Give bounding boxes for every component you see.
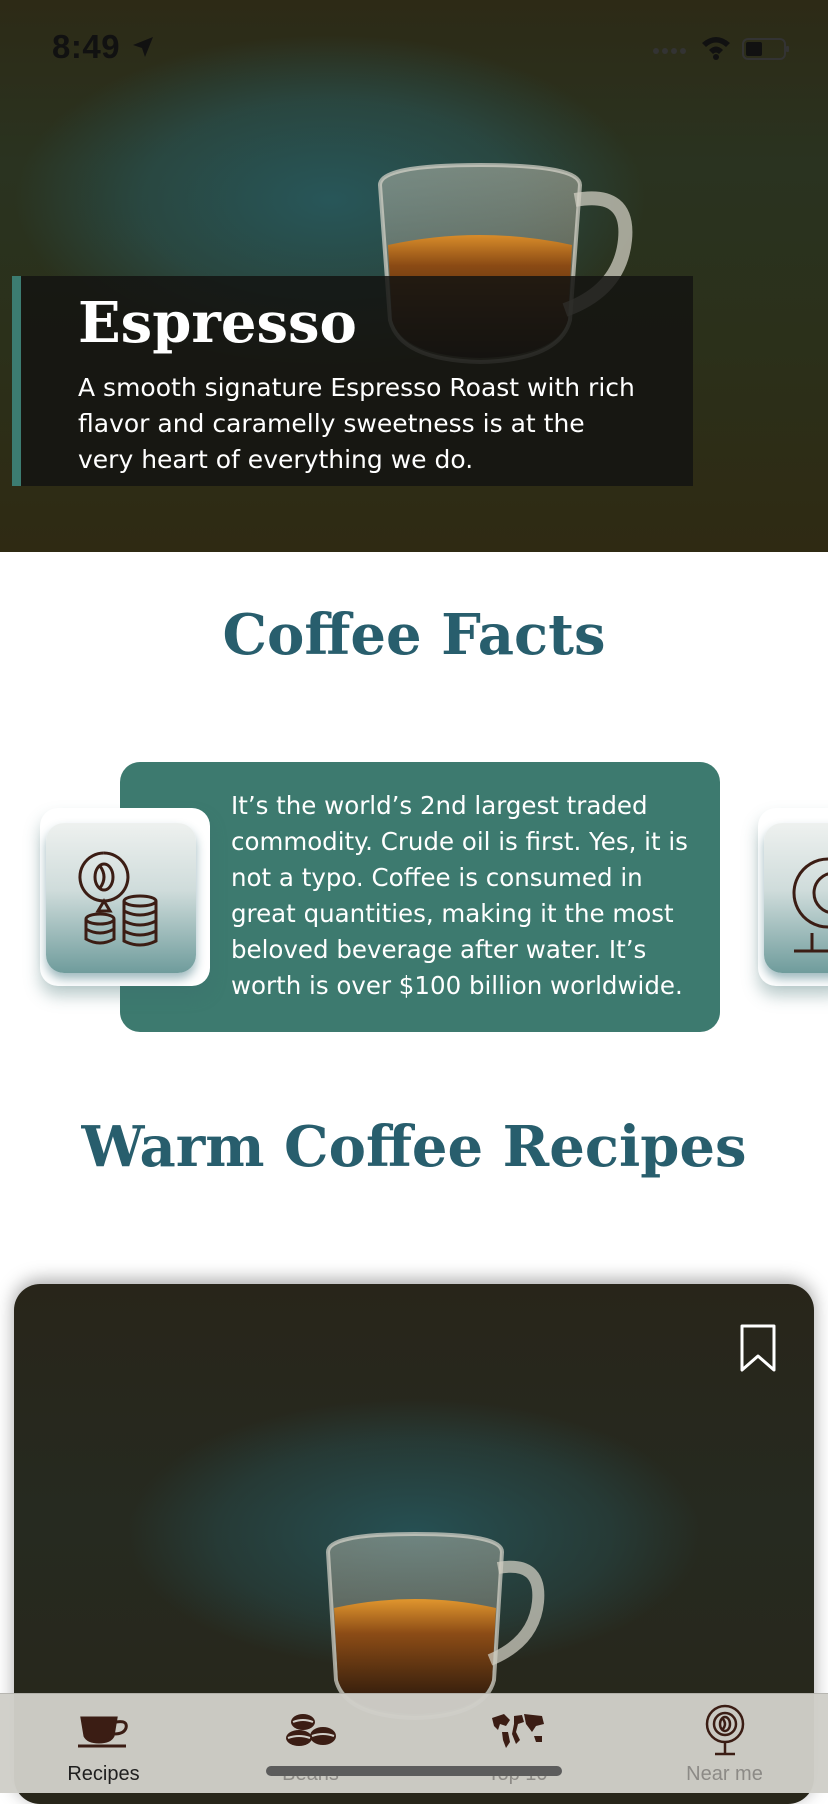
warm-recipes-title: Warm Coffee Recipes (81, 1114, 747, 1180)
next-fact-icon-tile[interactable] (764, 823, 828, 973)
fact-text: It’s the world’s 2nd largest traded comm… (231, 791, 688, 1000)
tab-top-10[interactable]: Top 10 (414, 1700, 621, 1792)
tab-label-near-me: Near me (686, 1763, 763, 1785)
cellular-signal-icon (653, 48, 686, 54)
bookmark-icon[interactable] (740, 1324, 776, 1372)
location-arrow-icon (133, 37, 153, 57)
coffee-facts-title: Coffee Facts (222, 602, 606, 668)
status-time: 8:49 (52, 28, 121, 65)
coffee-coins-icon (78, 851, 158, 947)
coffee-cup-icon (77, 1716, 128, 1748)
recipe-espresso-cup-image (325, 1531, 545, 1720)
tab-beans[interactable]: Beans (207, 1700, 414, 1792)
location-pin-coffee-icon (705, 1704, 744, 1756)
fact-icon-tile (46, 823, 196, 973)
hero-description: A smooth signature Espresso Roast with r… (78, 373, 635, 474)
wifi-icon (702, 37, 730, 60)
coffee-beans-icon (285, 1714, 336, 1746)
tab-near-me[interactable]: Near me (621, 1700, 828, 1792)
tab-recipes[interactable]: Recipes (0, 1700, 207, 1792)
hero-title: Espresso (78, 290, 357, 356)
coffee-globe-icon (792, 857, 828, 953)
home-indicator (266, 1766, 562, 1776)
battery-icon (742, 38, 789, 60)
world-map-icon (491, 1714, 544, 1748)
tab-label-recipes: Recipes (67, 1763, 140, 1785)
